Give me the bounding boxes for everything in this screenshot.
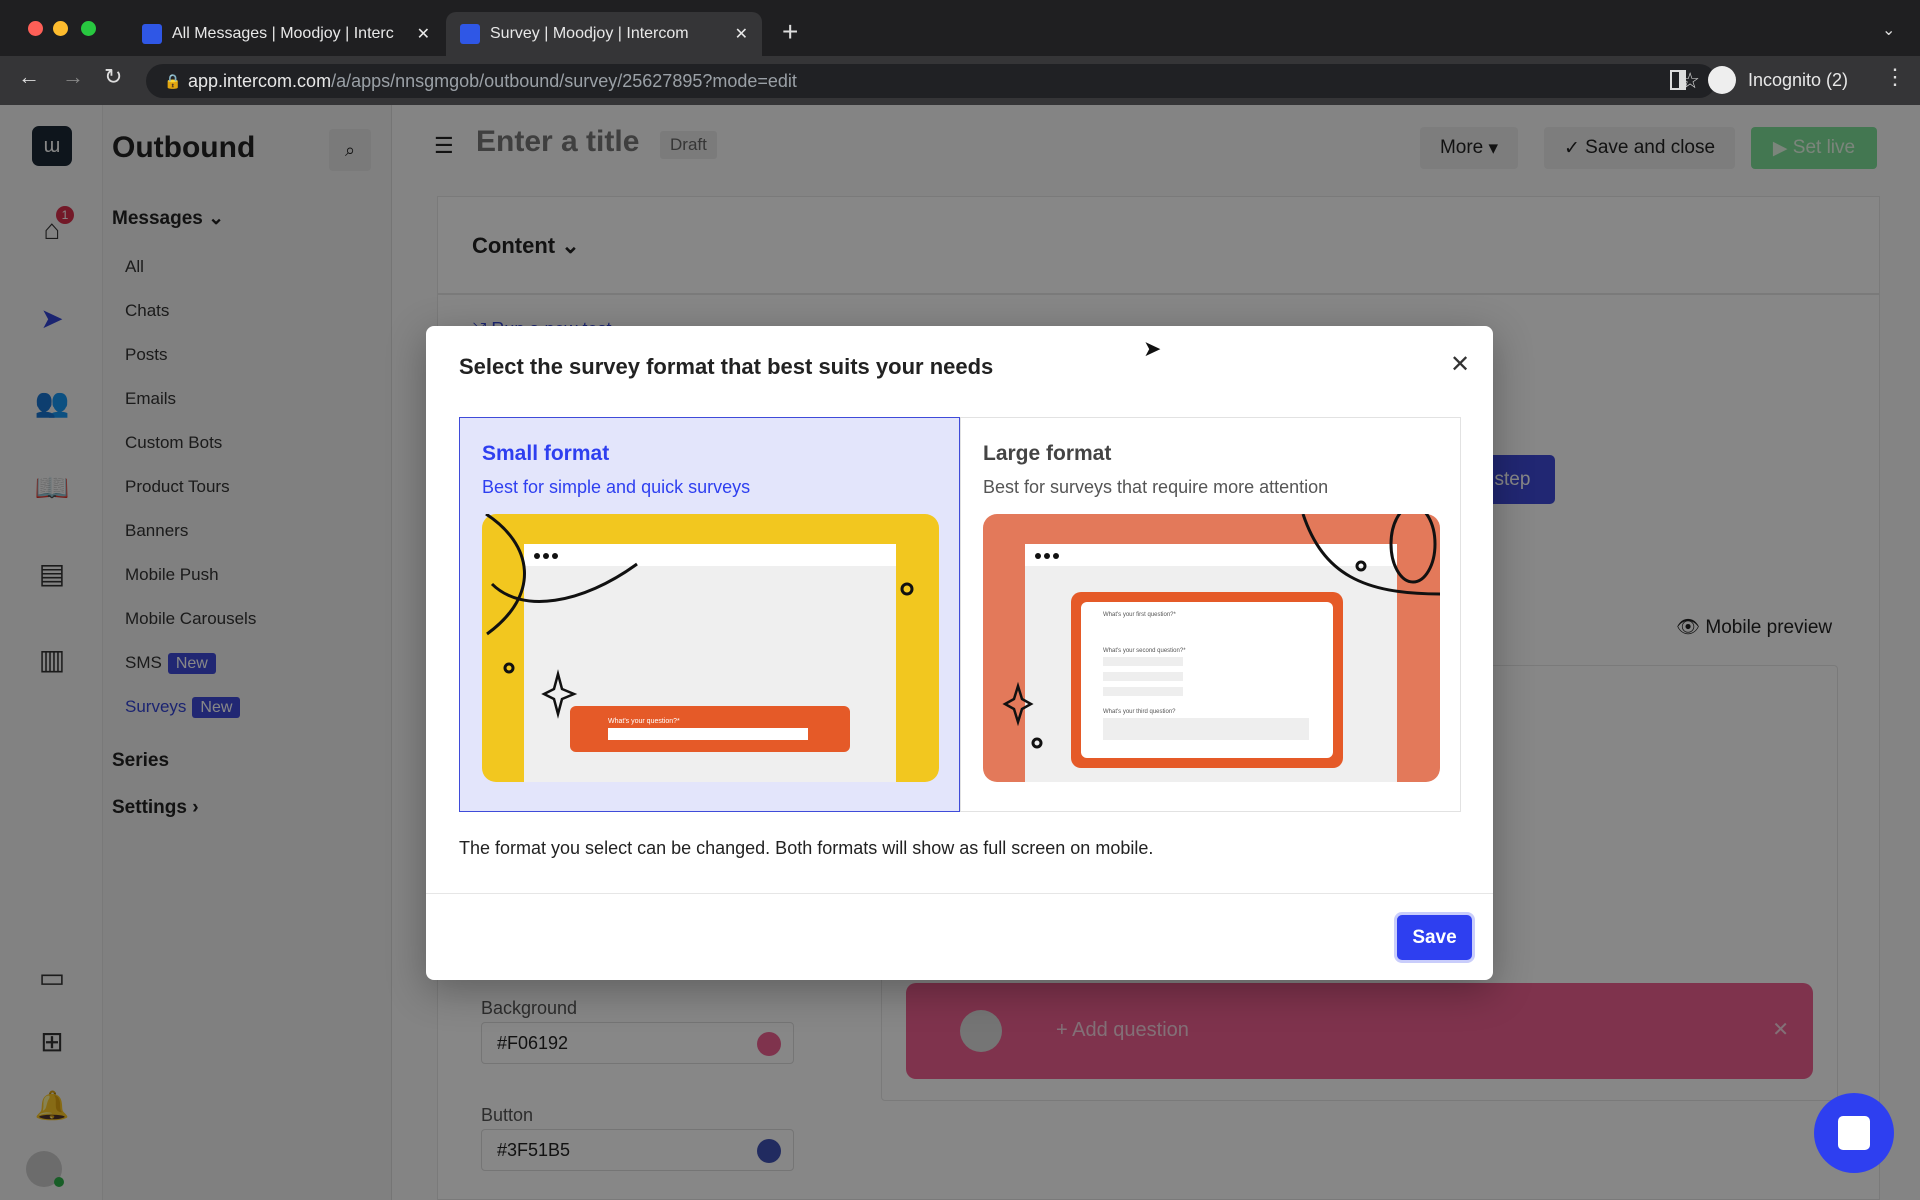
lock-icon: 🔒: [164, 73, 182, 89]
modal-divider: [426, 893, 1493, 894]
browser-tab-bar: All Messages | Moodjoy | Interc ✕ Survey…: [0, 0, 1920, 56]
preview-question-text: What's your third question?: [1103, 709, 1176, 715]
close-window-button[interactable]: [28, 21, 43, 36]
new-tab-button[interactable]: +: [782, 16, 798, 48]
modal-title: Select the survey format that best suits…: [459, 354, 994, 379]
preview-question-text: What's your first question?*: [1103, 612, 1177, 618]
close-tab-icon[interactable]: ✕: [417, 24, 430, 44]
side-panel-icon[interactable]: [1670, 70, 1686, 90]
tab-search-chevron-icon[interactable]: ⌄: [1882, 20, 1895, 40]
reload-button[interactable]: ↻: [104, 64, 122, 90]
small-format-option[interactable]: Small format Best for simple and quick s…: [459, 417, 960, 812]
browser-tab-active[interactable]: Survey | Moodjoy | Intercom ✕: [446, 12, 762, 56]
back-button[interactable]: ←: [18, 64, 40, 90]
large-format-illustration: What's your first question?* What's your…: [983, 514, 1440, 782]
close-modal-button[interactable]: ✕: [1450, 350, 1470, 379]
incognito-icon: [1708, 66, 1736, 94]
intercom-favicon-icon: [142, 24, 162, 44]
maximize-window-button[interactable]: [81, 21, 96, 36]
forward-button[interactable]: →: [62, 64, 84, 90]
small-format-illustration: What's your question?*: [482, 514, 939, 782]
save-button[interactable]: Save: [1397, 915, 1472, 960]
survey-format-modal: Select the survey format that best suits…: [426, 326, 1493, 980]
close-tab-icon[interactable]: ✕: [735, 24, 748, 44]
minimize-window-button[interactable]: [53, 21, 68, 36]
browser-tab[interactable]: All Messages | Moodjoy | Interc ✕: [128, 12, 444, 56]
browser-menu-icon[interactable]: ⋮: [1884, 64, 1906, 90]
mouse-cursor-icon: ➤: [1143, 336, 1162, 361]
intercom-messenger-launcher[interactable]: [1814, 1093, 1894, 1173]
large-format-option[interactable]: Large format Best for surveys that requi…: [960, 417, 1461, 812]
messenger-chat-icon: [1838, 1116, 1870, 1150]
preview-question-text: What's your question?*: [608, 718, 680, 725]
url-bar[interactable]: 🔒 app.intercom.com/a/apps/nnsgmgob/outbo…: [146, 64, 1716, 98]
profile-label[interactable]: Incognito (2): [1748, 70, 1848, 91]
preview-question-text: What's your second question?*: [1103, 648, 1186, 654]
intercom-favicon-icon: [460, 24, 480, 44]
format-note: The format you select can be changed. Bo…: [459, 838, 1154, 858]
